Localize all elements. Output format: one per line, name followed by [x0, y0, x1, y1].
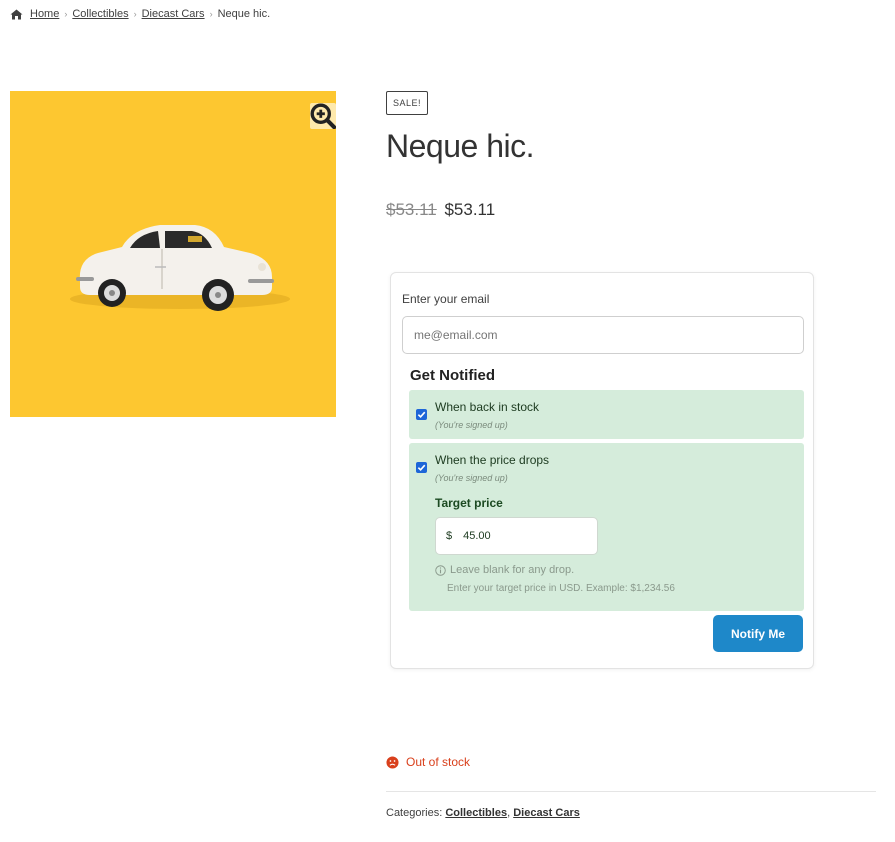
regular-price: $53.11: [386, 200, 437, 219]
product-title: Neque hic.: [386, 128, 534, 164]
notify-me-button[interactable]: Notify Me: [713, 615, 803, 652]
category-collectibles-link[interactable]: Collectibles: [445, 807, 507, 819]
stock-status-text: Out of stock: [406, 755, 471, 769]
home-icon: [10, 9, 23, 19]
toy-car-image: [10, 91, 336, 417]
notify-form-card: Enter your email Get Notified When back …: [390, 272, 814, 669]
target-price-input[interactable]: $ 45.00: [435, 517, 598, 555]
category-diecast-link[interactable]: Diecast Cars: [513, 807, 580, 819]
product-image[interactable]: [10, 91, 336, 417]
price-drop-option[interactable]: When the price drops (You're signed up) …: [409, 443, 804, 611]
product-price: $53.11 $53.11: [386, 200, 495, 220]
back-in-stock-label: When back in stock: [435, 400, 540, 414]
breadcrumb-home-link[interactable]: Home: [30, 8, 59, 20]
breadcrumb: Home › Collectibles › Diecast Cars › Neq…: [10, 8, 270, 20]
back-in-stock-option[interactable]: When back in stock (You're signed up): [409, 390, 804, 439]
email-label: Enter your email: [402, 292, 490, 306]
target-price-label: Target price: [435, 496, 503, 510]
breadcrumb-separator: ›: [64, 9, 68, 19]
blank-hint-text: Leave blank for any drop.: [450, 564, 575, 576]
price-drop-status: (You're signed up): [435, 473, 508, 483]
breadcrumb-separator: ›: [209, 9, 213, 19]
example-hint: Enter your target price in USD. Example:…: [447, 583, 675, 594]
stock-status: Out of stock: [386, 755, 470, 769]
breadcrumb-separator: ›: [133, 9, 137, 19]
breadcrumb-collectibles-link[interactable]: Collectibles: [72, 8, 128, 20]
target-price-value: 45.00: [463, 530, 491, 542]
categories-label: Categories:: [386, 807, 443, 819]
blank-hint: Leave blank for any drop.: [435, 564, 574, 576]
get-notified-heading: Get Notified: [410, 367, 495, 384]
info-icon: [435, 564, 446, 576]
sale-badge: SALE!: [386, 91, 429, 115]
checkmark-icon: [417, 464, 426, 472]
product-categories: Categories: Collectibles, Diecast Cars: [386, 807, 580, 819]
checkmark-icon: [417, 411, 426, 419]
email-input[interactable]: [402, 316, 804, 354]
back-in-stock-checkbox[interactable]: [416, 409, 427, 420]
sale-price: $53.11: [444, 200, 496, 219]
meta-divider: [386, 791, 876, 792]
sad-face-icon: [386, 755, 399, 769]
breadcrumb-current: Neque hic.: [217, 8, 271, 20]
back-in-stock-status: (You're signed up): [435, 420, 508, 430]
price-drop-label: When the price drops: [435, 453, 550, 467]
zoom-button[interactable]: [310, 103, 336, 129]
breadcrumb-diecast-link[interactable]: Diecast Cars: [142, 8, 205, 20]
magnify-plus-icon: [310, 103, 336, 129]
price-drop-checkbox[interactable]: [416, 462, 427, 473]
currency-symbol: $: [446, 530, 453, 542]
